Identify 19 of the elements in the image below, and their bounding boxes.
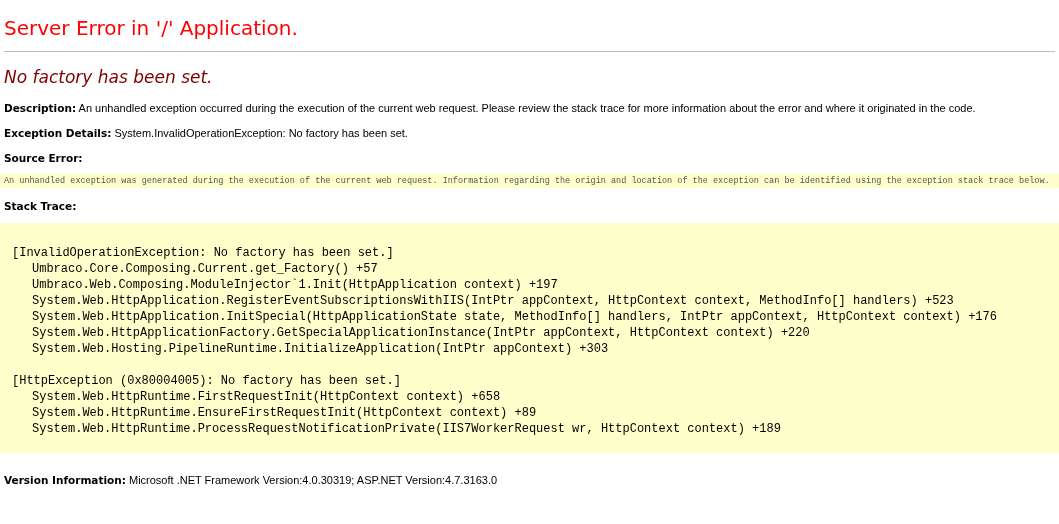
section-heading: Source Error: bbox=[4, 151, 84, 165]
section-heading: Stack Trace: bbox=[4, 199, 78, 213]
stack-frame: System.Web.HttpRuntime.ProcessRequestNotificationPrivate(IIS7WorkerRequest wr, HttpContext context) +189 bbox=[32, 422, 781, 436]
stack-frame: System.Web.HttpRuntime.FirstRequestInit(HttpContext context) +658 bbox=[32, 390, 501, 404]
stack-frame: System.Web.HttpApplication.InitSpecial(HttpApplicationState state, MethodInfo[] handlers, IntPtr appContext, HttpContext context) +176 bbox=[32, 310, 997, 324]
description-text: Description: An unhandled exception occurred during the execution of the current web request. Please review the stack trace for more information about the error and where it originated in the code. bbox=[4, 101, 977, 115]
page-title: Server Error in '/' Application. bbox=[4, 16, 1055, 52]
source-error-text: An unhandled exception was generated during the execution of the current web request. Information regarding the origin and location of the exception can be identified using the exception stack trace below. bbox=[0, 174, 1059, 188]
stack-frame: Umbraco.Web.Composing.ModuleInjector`1.Init(HttpApplication context) +197 bbox=[32, 278, 558, 292]
error-message: No factory has been set. bbox=[4, 66, 214, 88]
stack-frame: Umbraco.Core.Composing.Current.get_Factory() +57 bbox=[32, 262, 378, 276]
version-info-text: Version Information: Microsoft .NET Framework Version:4.0.30319; ASP.NET Version:4.7.3163.0 bbox=[4, 473, 499, 487]
stack-frame: System.Web.HttpApplicationFactory.GetSpecialApplicationInstance(IntPtr appContext, HttpContext context) +220 bbox=[32, 326, 810, 340]
exception-header: [HttpException (0x80004005): No factory has been set.] bbox=[12, 373, 402, 389]
stack-frame: System.Web.Hosting.PipelineRuntime.InitializeApplication(IntPtr appContext) +303 bbox=[32, 342, 609, 356]
exception-details-text: Exception Details: System.InvalidOperationException: No factory has been set. bbox=[4, 126, 409, 140]
stack-frame: System.Web.HttpApplication.RegisterEventSubscriptionsWithIIS(IntPtr appContext, HttpContext context, MethodInfo[] handlers) +523 bbox=[32, 294, 954, 308]
stack-frame: System.Web.HttpRuntime.EnsureFirstRequestInit(HttpContext context) +89 bbox=[32, 406, 537, 420]
exception-header: [InvalidOperationException: No factory has been set.] bbox=[12, 245, 395, 261]
